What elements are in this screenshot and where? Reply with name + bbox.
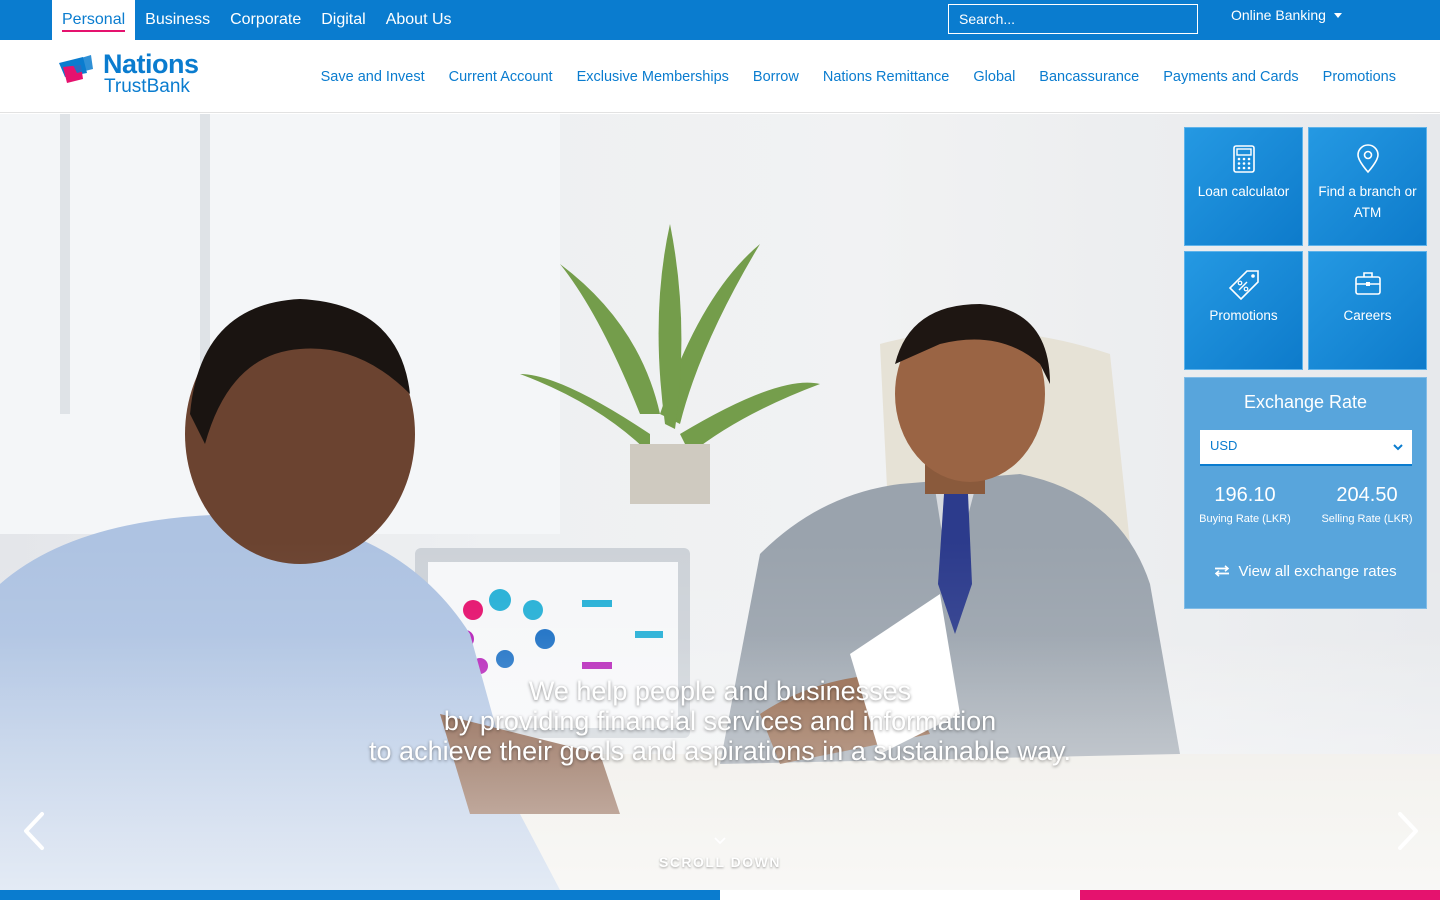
segment-tab-corporate[interactable]: Corporate <box>220 0 311 40</box>
price-tag-icon <box>1228 270 1259 301</box>
segment-tabs: Personal Business Corporate Digital Abou… <box>52 0 462 40</box>
segment-tab-personal[interactable]: Personal <box>52 0 136 40</box>
exchange-rate-widget: Exchange Rate USD 196.10 Buying Rate (LK… <box>1184 377 1427 609</box>
caret-down-icon <box>1333 12 1342 18</box>
nav-item-current-account[interactable]: Current Account <box>449 69 553 85</box>
tile-label-promotions: Promotions <box>1209 308 1278 323</box>
tile-label-find-branch-atm: Find a branch or ATM <box>1318 184 1417 220</box>
nav-item-payments-and-cards[interactable]: Payments and Cards <box>1163 69 1298 85</box>
buying-rate-value: 196.10 <box>1214 484 1276 506</box>
tagline-line-1: We help people and businesses <box>528 676 912 706</box>
tile-careers[interactable]: Careers <box>1308 251 1427 370</box>
tile-promotions[interactable]: Promotions <box>1184 251 1303 370</box>
tile-label-careers: Careers <box>1343 308 1392 323</box>
scroll-down-label: SCROLL DOWN <box>658 854 781 870</box>
nav-item-borrow[interactable]: Borrow <box>753 69 799 85</box>
currency-select-value: USD <box>1210 438 1238 453</box>
tile-label-loan-calculator: Loan calculator <box>1197 184 1290 199</box>
nav-item-promotions[interactable]: Promotions <box>1323 69 1396 85</box>
exchange-rate-title: Exchange Rate <box>1243 392 1368 412</box>
online-banking-label: Online Banking <box>1231 7 1326 23</box>
online-banking-dropdown[interactable]: Online Banking <box>1231 7 1342 23</box>
nav-item-global[interactable]: Global <box>973 69 1015 85</box>
segment-tab-digital[interactable]: Digital <box>311 0 375 40</box>
main-header: Nations TrustBank Save and Invest Curren… <box>0 40 1440 113</box>
buying-rate-block: 196.10 Buying Rate (LKR) <box>1190 484 1300 528</box>
selling-rate-block: 204.50 Selling Rate (LKR) <box>1312 484 1422 528</box>
chevron-down-icon <box>1393 444 1403 451</box>
carousel-prev-arrow-icon[interactable] <box>14 806 58 856</box>
hero-banner: We help people and businesses by providi… <box>0 114 1440 890</box>
main-navigation: Save and Invest Current Account Exclusiv… <box>321 40 1396 113</box>
logo-text-nations: Nations <box>103 49 199 79</box>
nav-item-nations-remittance[interactable]: Nations Remittance <box>823 69 950 85</box>
hero-tagline: We help people and businesses by providi… <box>0 676 1440 766</box>
tile-loan-calculator[interactable]: Loan calculator <box>1184 127 1303 246</box>
buying-rate-caption: Buying Rate (LKR) <box>1199 513 1291 525</box>
exchange-arrows-icon <box>1215 565 1230 577</box>
nav-item-exclusive-memberships[interactable]: Exclusive Memberships <box>577 69 729 85</box>
tile-find-branch-atm[interactable]: Find a branch or ATM <box>1308 127 1427 246</box>
bottom-strip-white <box>720 890 1080 900</box>
nav-item-save-and-invest[interactable]: Save and Invest <box>321 69 425 85</box>
scroll-down-button[interactable]: SCROLL DOWN <box>620 834 820 870</box>
logo-text-trustbank: TrustBank <box>104 76 190 97</box>
selling-rate-caption: Selling Rate (LKR) <box>1321 513 1413 525</box>
map-pin-icon <box>1356 144 1379 174</box>
chevron-down-icon <box>714 837 726 845</box>
briefcase-icon <box>1354 272 1381 295</box>
carousel-next-arrow-icon[interactable] <box>1386 806 1430 856</box>
segment-tab-business[interactable]: Business <box>135 0 220 40</box>
view-all-exchange-rates-label: View all exchange rates <box>1238 563 1397 580</box>
top-utility-bar: Personal Business Corporate Digital Abou… <box>0 0 1440 40</box>
tagline-line-3: to achieve their goals and aspirations i… <box>369 736 1071 766</box>
selling-rate-value: 204.50 <box>1336 484 1398 506</box>
tagline-line-2: by providing financial services and info… <box>443 706 997 736</box>
logo-mark-icon <box>59 55 93 83</box>
bottom-strip-blue <box>0 890 720 900</box>
nations-trust-bank-logo[interactable]: Nations TrustBank <box>57 50 217 100</box>
search-input[interactable] <box>948 4 1198 34</box>
bottom-strip-pink <box>1080 890 1440 900</box>
calculator-icon <box>1232 145 1255 173</box>
segment-tab-about-us[interactable]: About Us <box>376 0 462 40</box>
currency-select[interactable]: USD <box>1200 430 1412 466</box>
view-all-exchange-rates-link[interactable]: View all exchange rates <box>1185 563 1426 580</box>
nav-item-bancassurance[interactable]: Bancassurance <box>1039 69 1139 85</box>
